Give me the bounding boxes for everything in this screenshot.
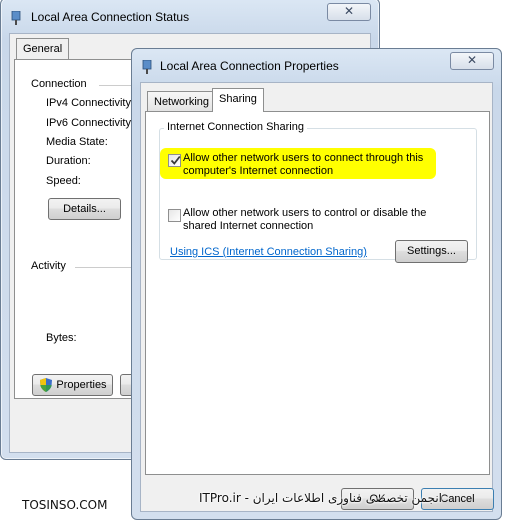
tab-networking[interactable]: Networking — [147, 91, 217, 111]
sharing-tab-panel: Internet Connection Sharing Allow other … — [145, 111, 490, 475]
properties-button-label: Properties — [56, 379, 107, 391]
properties-client-area: Networking Sharing Internet Connection S… — [140, 82, 494, 512]
activity-group-line — [75, 267, 139, 268]
uac-shield-icon — [40, 378, 52, 392]
tab-sharing[interactable]: Sharing — [212, 88, 264, 112]
allow-control-checkbox[interactable] — [168, 209, 181, 222]
allow-control-line2: shared Internet connection — [183, 220, 314, 232]
network-connection-icon — [142, 60, 152, 74]
activity-group-label: Activity — [31, 260, 66, 272]
bytes-label: Bytes: — [46, 332, 77, 344]
connection-group-label: Connection — [31, 78, 87, 90]
allow-connect-text[interactable]: Allow other network users to connect thr… — [183, 152, 423, 178]
allow-connect-checkbox[interactable] — [168, 154, 181, 167]
duration-label: Duration: — [46, 155, 91, 167]
properties-close-button[interactable]: ✕ — [450, 52, 494, 70]
status-window-title: Local Area Connection Status — [31, 10, 190, 24]
watermark-site-right: انجمن تخصصی فناوری اطلاعات ایران - ITPro… — [199, 491, 442, 505]
ipv4-connectivity-label: IPv4 Connectivity — [46, 97, 131, 109]
watermark-site-left: TOSINSO.COM — [22, 498, 108, 512]
details-button[interactable]: Details... — [48, 198, 121, 220]
ipv6-connectivity-label: IPv6 Connectivity — [46, 117, 131, 129]
allow-connect-line2: computer's Internet connection — [183, 165, 334, 177]
allow-control-text[interactable]: Allow other network users to control or … — [183, 207, 426, 233]
properties-window: Local Area Connection Properties ✕ Netwo… — [131, 48, 502, 520]
speed-label: Speed: — [46, 175, 81, 187]
properties-window-title: Local Area Connection Properties — [160, 59, 339, 73]
checkmark-icon — [170, 155, 181, 165]
ics-group-label: Internet Connection Sharing — [164, 121, 307, 133]
settings-button[interactable]: Settings... — [395, 240, 468, 263]
network-connection-icon — [11, 11, 21, 25]
tab-general[interactable]: General — [16, 38, 70, 60]
ics-help-link[interactable]: Using ICS (Internet Connection Sharing) — [170, 246, 367, 258]
properties-button[interactable]: Properties — [32, 374, 113, 396]
allow-control-line1: Allow other network users to control or … — [183, 207, 427, 219]
allow-connect-line1: Allow other network users to connect thr… — [183, 152, 424, 164]
media-state-label: Media State: — [46, 136, 108, 148]
status-close-button[interactable]: ✕ — [327, 3, 371, 21]
